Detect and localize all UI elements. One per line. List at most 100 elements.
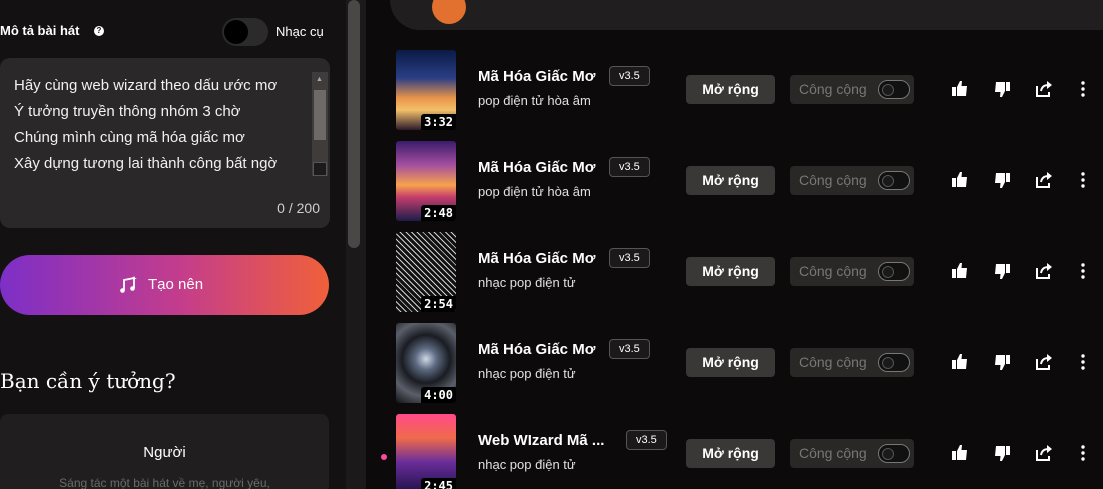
textarea-scrollbar[interactable]: ▲ ▼	[312, 72, 328, 176]
public-switch[interactable]	[878, 262, 910, 281]
song-list: 3:32 Mã Hóa Giấc Mơ v3.5 pop điện tử hòa…	[370, 0, 1103, 489]
extend-button[interactable]: Mở rộng	[686, 348, 775, 377]
thumbs-down-icon[interactable]	[992, 261, 1012, 281]
extend-button[interactable]: Mở rộng	[686, 439, 775, 468]
song-title[interactable]: Web WIzard Mã ...	[478, 432, 604, 449]
new-indicator-dot	[381, 454, 387, 460]
public-switch[interactable]	[878, 353, 910, 372]
thumbs-up-icon[interactable]	[950, 79, 970, 99]
song-cover[interactable]: 3:32	[396, 50, 456, 130]
switch-knob	[882, 448, 894, 460]
song-duration: 2:48	[421, 205, 456, 221]
public-toggle[interactable]: Công cộng	[790, 257, 914, 286]
help-icon[interactable]: ?	[94, 26, 104, 36]
top-banner	[390, 0, 1103, 30]
public-label: Công cộng	[799, 263, 867, 279]
song-description-label: Mô tả bài hát	[0, 23, 80, 38]
song-row[interactable]: 2:45 Web WIzard Mã ... v3.5 nhạc pop điệ…	[370, 414, 1103, 489]
public-switch[interactable]	[878, 171, 910, 190]
more-icon[interactable]	[1073, 170, 1093, 190]
public-label: Công cộng	[799, 354, 867, 370]
song-genre[interactable]: nhạc pop điện tử	[478, 366, 576, 381]
public-toggle[interactable]: Công cộng	[790, 348, 914, 377]
public-toggle[interactable]: Công cộng	[790, 166, 914, 195]
thumbs-down-icon[interactable]	[992, 352, 1012, 372]
switch-knob	[882, 266, 894, 278]
song-cover[interactable]: 2:54	[396, 232, 456, 312]
version-badge: v3.5	[609, 66, 650, 86]
scrollbar-thumb[interactable]	[314, 90, 326, 140]
music-note-icon	[120, 276, 137, 293]
instrumental-toggle[interactable]	[222, 18, 268, 46]
thumbs-down-icon[interactable]	[992, 170, 1012, 190]
version-badge: v3.5	[609, 157, 650, 177]
character-counter: 0 / 200	[277, 200, 320, 216]
share-icon[interactable]	[1034, 261, 1054, 281]
thumbs-up-icon[interactable]	[950, 170, 970, 190]
more-icon[interactable]	[1073, 443, 1093, 463]
extend-button[interactable]: Mở rộng	[686, 75, 775, 104]
panel-scrollbar-thumb[interactable]	[348, 0, 360, 248]
ideas-heading: Bạn cần ý tưởng?	[0, 369, 176, 393]
thumbs-up-icon[interactable]	[950, 352, 970, 372]
song-cover[interactable]: 4:00	[396, 323, 456, 403]
share-icon[interactable]	[1034, 352, 1054, 372]
public-switch[interactable]	[878, 444, 910, 463]
more-icon[interactable]	[1073, 352, 1093, 372]
more-icon[interactable]	[1073, 261, 1093, 281]
song-row[interactable]: 3:32 Mã Hóa Giấc Mơ v3.5 pop điện tử hòa…	[370, 50, 1103, 138]
public-toggle[interactable]: Công cộng	[790, 439, 914, 468]
avatar	[432, 0, 466, 24]
share-icon[interactable]	[1034, 443, 1054, 463]
song-duration: 2:45	[421, 478, 456, 489]
song-duration: 2:54	[421, 296, 456, 312]
switch-knob	[882, 84, 894, 96]
public-label: Công cộng	[799, 81, 867, 97]
more-icon[interactable]	[1073, 79, 1093, 99]
lyrics-text[interactable]: Hãy cùng web wizard theo dấu ước mơ Ý tư…	[14, 73, 304, 177]
thumbs-up-icon[interactable]	[950, 261, 970, 281]
song-genre[interactable]: nhạc pop điện tử	[478, 275, 576, 290]
song-title[interactable]: Mã Hóa Giấc Mơ	[478, 68, 595, 85]
public-toggle[interactable]: Công cộng	[790, 75, 914, 104]
create-button[interactable]: Tạo nên	[0, 255, 329, 315]
switch-knob	[882, 175, 894, 187]
song-title[interactable]: Mã Hóa Giấc Mơ	[478, 159, 595, 176]
create-panel: Mô tả bài hát ? Nhạc cụ Hãy cùng web wiz…	[0, 0, 346, 489]
version-badge: v3.5	[609, 339, 650, 359]
song-row[interactable]: 2:54 Mã Hóa Giấc Mơ v3.5 nhạc pop điện t…	[370, 232, 1103, 320]
idea-card-subtitle: Sáng tác một bài hát về mẹ, người yêu,	[59, 476, 270, 489]
share-icon[interactable]	[1034, 170, 1054, 190]
song-genre[interactable]: pop điện tử hòa âm	[478, 93, 591, 108]
song-genre[interactable]: pop điện tử hòa âm	[478, 184, 591, 199]
resize-grip-icon[interactable]	[313, 162, 327, 176]
song-title[interactable]: Mã Hóa Giấc Mơ	[478, 341, 595, 358]
panel-scrollbar[interactable]	[346, 0, 366, 489]
thumbs-down-icon[interactable]	[992, 79, 1012, 99]
song-cover[interactable]: 2:45	[396, 414, 456, 489]
song-duration: 4:00	[421, 387, 456, 403]
instrumental-label: Nhạc cụ	[276, 24, 324, 39]
version-badge: v3.5	[626, 430, 667, 450]
public-label: Công cộng	[799, 445, 867, 461]
song-cover[interactable]: 2:48	[396, 141, 456, 221]
song-genre[interactable]: nhạc pop điện tử	[478, 457, 576, 472]
extend-button[interactable]: Mở rộng	[686, 166, 775, 195]
thumbs-up-icon[interactable]	[950, 443, 970, 463]
thumbs-down-icon[interactable]	[992, 443, 1012, 463]
scroll-up-icon[interactable]: ▲	[316, 76, 323, 83]
song-title[interactable]: Mã Hóa Giấc Mơ	[478, 250, 595, 267]
song-row[interactable]: 4:00 Mã Hóa Giấc Mơ v3.5 nhạc pop điện t…	[370, 323, 1103, 411]
switch-knob	[882, 357, 894, 369]
song-row[interactable]: 2:48 Mã Hóa Giấc Mơ v3.5 pop điện tử hòa…	[370, 141, 1103, 229]
public-switch[interactable]	[878, 80, 910, 99]
song-duration: 3:32	[421, 114, 456, 130]
toggle-knob	[224, 20, 248, 44]
share-icon[interactable]	[1034, 79, 1054, 99]
version-badge: v3.5	[609, 248, 650, 268]
public-label: Công cộng	[799, 172, 867, 188]
idea-card[interactable]: Người Sáng tác một bài hát về mẹ, người …	[0, 414, 329, 489]
lyrics-textarea[interactable]: Hãy cùng web wizard theo dấu ước mơ Ý tư…	[0, 58, 330, 228]
extend-button[interactable]: Mở rộng	[686, 257, 775, 286]
idea-card-title: Người	[143, 444, 186, 461]
